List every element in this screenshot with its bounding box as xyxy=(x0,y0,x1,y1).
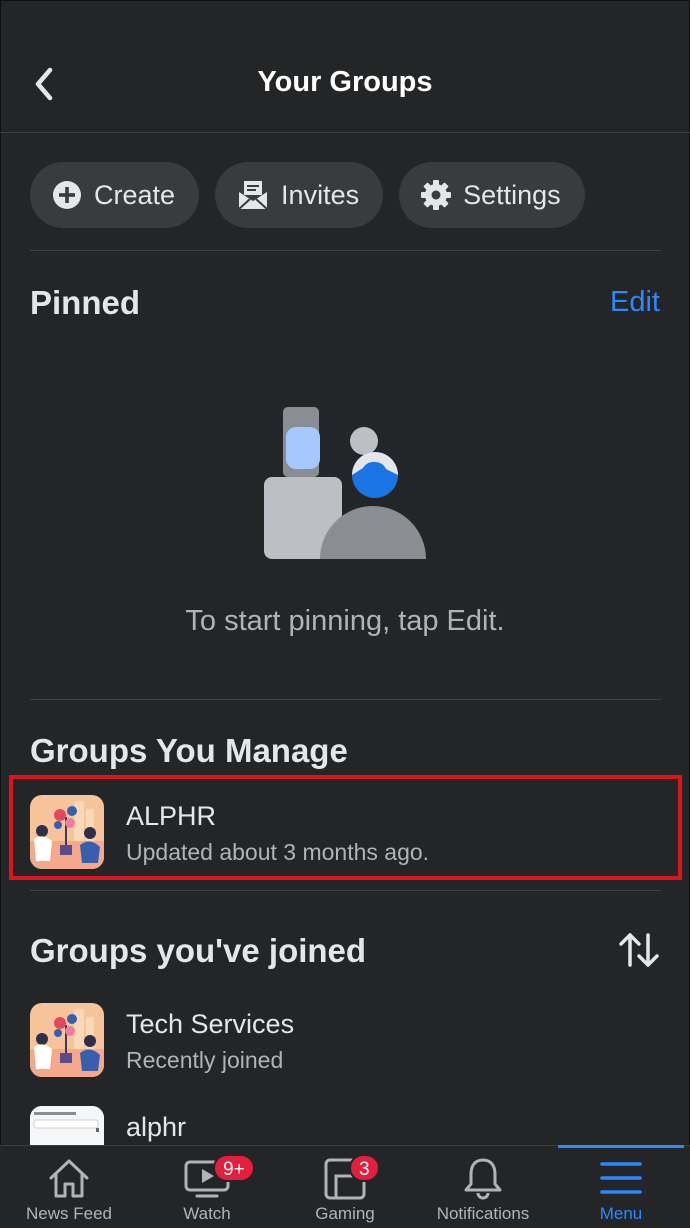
create-button[interactable]: Create xyxy=(30,162,200,228)
nav-menu[interactable]: Menu xyxy=(552,1146,690,1228)
gear-icon xyxy=(421,180,452,210)
nav-label: Menu xyxy=(599,1204,643,1223)
highlight-annotation xyxy=(9,775,682,880)
bottom-nav: News Feed 9+ Watch 3 Gaming Notification… xyxy=(0,1145,690,1228)
nav-notifications[interactable]: Notifications xyxy=(414,1146,552,1228)
page-title: Your Groups xyxy=(257,66,433,98)
group-thumbnail xyxy=(30,1003,104,1077)
nav-news-feed[interactable]: News Feed xyxy=(0,1146,138,1228)
group-item-tech-services[interactable]: Tech Services Recently joined xyxy=(30,1003,660,1083)
nav-label: News Feed xyxy=(26,1204,112,1223)
nav-watch[interactable]: 9+ Watch xyxy=(138,1146,276,1228)
header: Your Groups xyxy=(0,0,690,133)
plus-circle-icon xyxy=(53,181,81,209)
watch-badge: 9+ xyxy=(213,1154,255,1182)
invites-button[interactable]: Invites xyxy=(215,162,384,228)
bell-icon xyxy=(464,1158,502,1200)
nav-label: Notifications xyxy=(436,1204,530,1223)
groups-illustration xyxy=(264,407,426,559)
edit-link[interactable]: Edit xyxy=(610,286,660,319)
home-icon xyxy=(49,1159,89,1198)
invites-label: Invites xyxy=(281,179,360,210)
groups-manage-title: Groups You Manage xyxy=(30,732,348,769)
groups-joined-title: Groups you've joined xyxy=(30,932,367,969)
active-tab-indicator xyxy=(558,1145,684,1148)
pinned-title: Pinned xyxy=(30,284,141,321)
divider xyxy=(30,699,661,700)
sort-button[interactable] xyxy=(618,930,660,970)
group-subtitle: Recently joined xyxy=(126,1047,284,1073)
settings-label: Settings xyxy=(463,179,561,210)
envelope-icon xyxy=(238,181,268,210)
divider xyxy=(30,250,661,251)
nav-gaming[interactable]: 3 Gaming xyxy=(276,1146,414,1228)
nav-label: Gaming xyxy=(315,1204,375,1223)
pinned-empty-message: To start pinning, tap Edit. xyxy=(185,605,505,637)
create-label: Create xyxy=(94,179,176,210)
action-pills: Create Invites Settings xyxy=(30,162,585,228)
menu-icon xyxy=(600,1162,642,1194)
nav-label: Watch xyxy=(183,1204,231,1223)
group-name: Tech Services xyxy=(126,1009,295,1039)
divider xyxy=(30,890,661,891)
settings-button[interactable]: Settings xyxy=(399,162,585,228)
sort-arrows-icon xyxy=(619,933,659,967)
gaming-badge: 3 xyxy=(349,1154,380,1182)
group-name: alphr xyxy=(126,1112,187,1142)
